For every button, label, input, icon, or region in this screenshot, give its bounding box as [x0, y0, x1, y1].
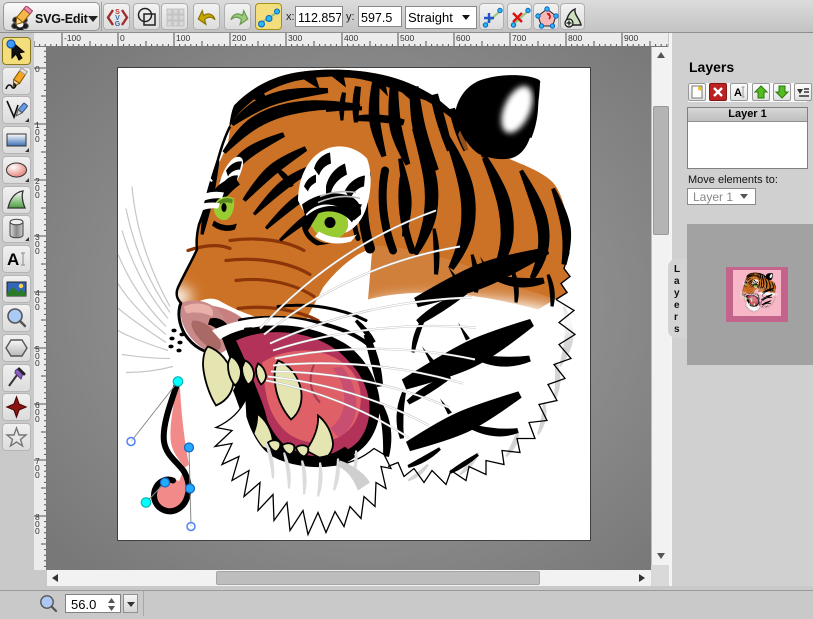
- svg-text:G: G: [115, 21, 121, 28]
- svg-text:200: 200: [232, 33, 246, 43]
- svg-text:0: 0: [35, 526, 40, 536]
- svg-text:700: 700: [512, 33, 526, 43]
- svg-text:0: 0: [35, 302, 40, 312]
- svg-text:A: A: [7, 250, 19, 269]
- svg-text:100: 100: [176, 33, 190, 43]
- svg-text:0: 0: [35, 470, 40, 480]
- svg-text:-100: -100: [64, 33, 81, 43]
- svg-text:0: 0: [35, 190, 40, 200]
- svg-text:0: 0: [35, 414, 40, 424]
- svg-text:300: 300: [288, 33, 302, 43]
- svg-text:800: 800: [568, 33, 582, 43]
- svg-text:0: 0: [35, 246, 40, 256]
- svg-text:500: 500: [400, 33, 414, 43]
- svg-text:600: 600: [456, 33, 470, 43]
- svg-text:900: 900: [624, 33, 638, 43]
- svg-text:A: A: [734, 87, 742, 99]
- svg-text:0: 0: [35, 64, 40, 74]
- svg-text:0: 0: [35, 134, 40, 144]
- svg-text:0: 0: [35, 358, 40, 368]
- svg-text:400: 400: [344, 33, 358, 43]
- svg-text:0: 0: [120, 33, 125, 43]
